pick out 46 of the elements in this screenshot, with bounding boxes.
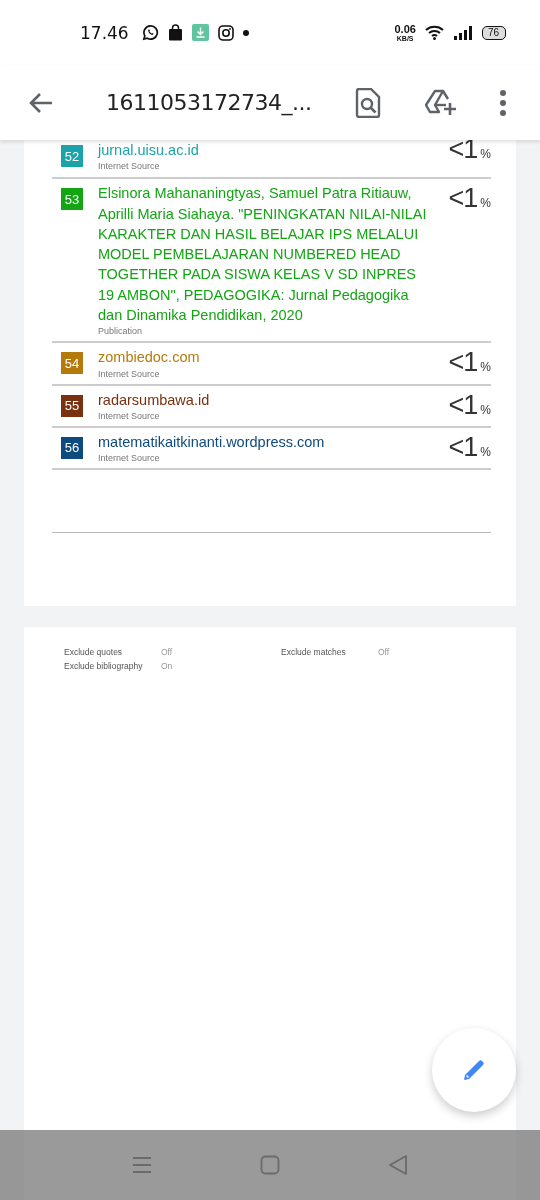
source-title: zombiedoc.com — [98, 348, 201, 368]
wifi-icon — [424, 25, 445, 40]
camera-icon — [217, 24, 234, 41]
match-percent: <1 — [448, 431, 478, 463]
download-icon — [191, 24, 209, 41]
match-number: 54 — [61, 352, 83, 375]
percent-sign: % — [480, 360, 491, 375]
source-type: Internet Source — [98, 368, 161, 379]
match-number: 52 — [61, 145, 83, 167]
signal-icon — [453, 25, 473, 40]
setting-value: Off — [378, 647, 391, 657]
setting-value: On — [161, 661, 174, 671]
network-speed: 0.06 — [394, 23, 416, 35]
match-percent: <1 — [448, 183, 478, 215]
percent-sign: % — [480, 147, 491, 161]
match-percent: <1 — [448, 347, 478, 379]
more-options-icon[interactable] — [499, 89, 508, 116]
document-title: 1611053172734_... — [106, 90, 312, 115]
match-number: 53 — [61, 188, 83, 211]
setting-value: Off — [161, 647, 174, 657]
dot-icon — [242, 29, 249, 36]
percent-sign: % — [480, 444, 491, 459]
status-time: 17.46 — [80, 22, 129, 43]
source-type: Internet Source — [98, 161, 161, 172]
shopping-bag-icon — [167, 24, 183, 41]
battery-indicator: 76 — [481, 25, 506, 40]
percent-sign: % — [480, 196, 491, 211]
document-search-icon[interactable] — [355, 87, 382, 118]
percent-sign: % — [480, 402, 491, 417]
source-title: radarsumbawa.id — [98, 390, 211, 410]
back-arrow-icon[interactable] — [28, 91, 54, 114]
match-number: 56 — [61, 436, 83, 459]
setting-label: Exclude quotes — [64, 647, 124, 657]
chat-bubble-icon — [141, 24, 159, 41]
source-title: Elsinora Mahananingtyas, Samuel Patra Ritiauw, Aprilli Maria Siahaya. "PENINGKATAN NILAI-NILAI KARAKTER DAN HASIL BELAJAR IPS MELALUI MODEL PEMBELAJARAN NUMBERED HEAD TOGETHER PADA SISWA KELAS V SD INPRES 19 AMBON", PEDAGOGIKA: Jurnal Pedagogika dan Dinamika Pendidikan, 2020 — [98, 184, 428, 326]
match-percent: <1 — [448, 134, 478, 165]
setting-label: Exclude bibliography — [64, 661, 144, 671]
source-title: jurnal.uisu.ac.id — [98, 141, 200, 160]
source-title: matematikaitkinanti.wordpress.com — [98, 432, 326, 452]
source-type: Internet Source — [98, 453, 161, 464]
match-percent: <1 — [448, 389, 478, 421]
source-type: Internet Source — [98, 410, 161, 421]
match-number: 55 — [61, 394, 83, 417]
source-type: Publication — [98, 326, 144, 337]
drive-add-icon[interactable] — [425, 88, 458, 117]
setting-label: Exclude matches — [281, 647, 347, 657]
